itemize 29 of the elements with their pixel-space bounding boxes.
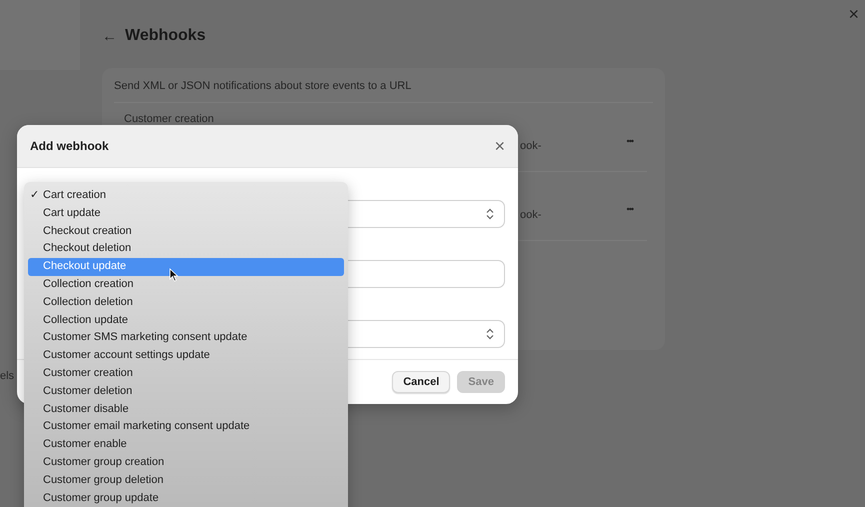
cursor-icon xyxy=(169,268,179,282)
menu-item[interactable]: Customer email marketing consent update xyxy=(28,418,344,436)
menu-item[interactable]: Customer disable xyxy=(28,400,344,418)
cancel-button[interactable]: Cancel xyxy=(392,371,450,393)
menu-item[interactable]: Collection creation xyxy=(28,276,344,294)
dialog-title: Add webhook xyxy=(30,139,109,153)
menu-item[interactable]: Customer group creation xyxy=(28,454,344,472)
page-title: Webhooks xyxy=(125,27,206,45)
menu-item[interactable]: Customer SMS marketing consent update xyxy=(28,329,344,348)
description-text: Send XML or JSON notifications about store events to a URL xyxy=(114,80,653,103)
menu-item[interactable]: Customer deletion xyxy=(28,382,344,401)
menu-item[interactable]: Collection update xyxy=(28,312,344,330)
menu-item[interactable]: ✓ Cart creation xyxy=(28,187,344,205)
close-button[interactable]: × xyxy=(494,137,505,155)
menu-item[interactable]: Checkout deletion xyxy=(28,240,344,258)
menu-item[interactable]: Collection deletion xyxy=(28,294,344,312)
webhook-url: ook- xyxy=(520,209,542,221)
menu-item[interactable]: Customer enable xyxy=(28,436,344,454)
sidebar-label: els xyxy=(0,370,14,382)
chevron-icon xyxy=(486,328,494,340)
chevron-icon xyxy=(486,208,494,220)
webhook-url: ook- xyxy=(520,140,542,152)
menu-item[interactable]: Customer group deletion xyxy=(28,472,344,490)
menu-item[interactable]: Customer group update xyxy=(28,490,344,507)
menu-item[interactable]: Cart update xyxy=(28,204,344,223)
webhook-event: Customer creation xyxy=(124,113,215,125)
menu-item[interactable]: Checkout creation xyxy=(28,222,344,240)
menu-item[interactable]: Customer creation xyxy=(28,364,344,383)
menu-item[interactable]: Customer account settings update xyxy=(28,347,344,365)
